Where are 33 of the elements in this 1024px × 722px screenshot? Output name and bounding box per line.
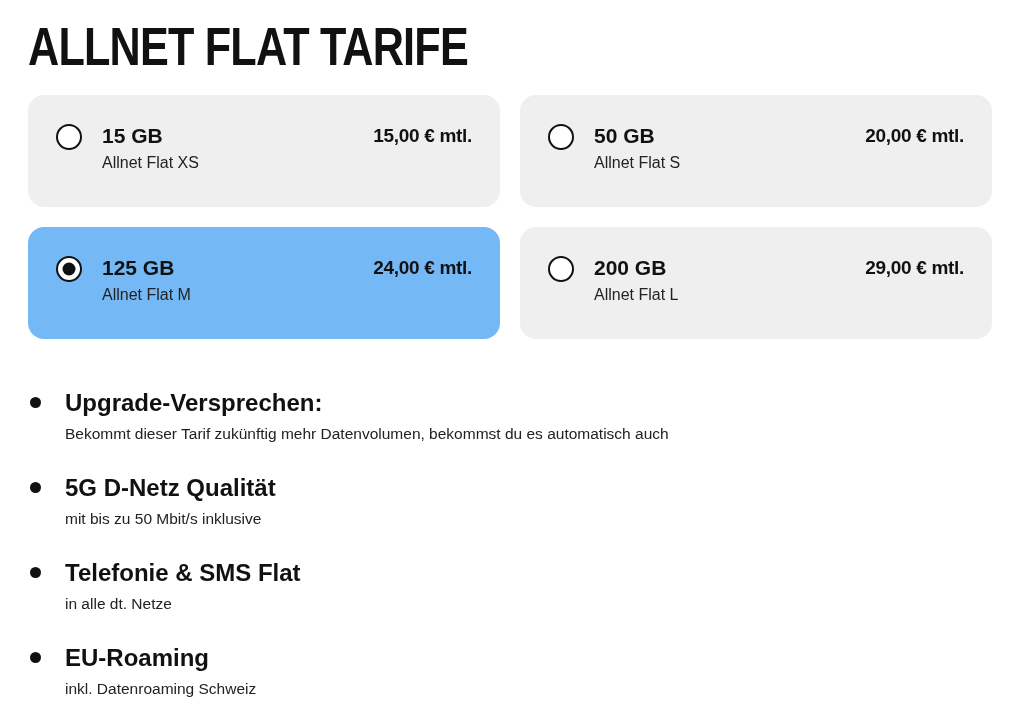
data-volume: 200 GB bbox=[594, 255, 667, 281]
plan-price: 20,00 € mtl. bbox=[865, 124, 964, 148]
radio-icon[interactable] bbox=[548, 256, 574, 282]
plan-price: 29,00 € mtl. bbox=[865, 256, 964, 280]
feature-description: inkl. Datenroaming Schweiz bbox=[65, 679, 257, 699]
plan-name: Allnet Flat M bbox=[102, 285, 191, 305]
page-title: ALLNET FLAT TARIFE bbox=[28, 19, 468, 73]
plan-price: 24,00 € mtl. bbox=[373, 256, 472, 280]
plan-name: Allnet Flat S bbox=[594, 153, 681, 173]
radio-selected-icon[interactable] bbox=[56, 256, 82, 282]
data-volume: 125 GB bbox=[102, 255, 175, 281]
plan-card[interactable]: 15 GB Allnet Flat XS 15,00 € mtl. bbox=[28, 95, 500, 207]
feature-description: in alle dt. Netze bbox=[65, 594, 172, 614]
data-volume: 50 GB bbox=[594, 123, 655, 149]
feature-title: Upgrade-Versprechen: bbox=[65, 389, 323, 417]
plan-card[interactable]: 125 GB Allnet Flat M 24,00 € mtl. bbox=[28, 227, 500, 339]
radio-icon[interactable] bbox=[56, 124, 82, 150]
bullet-icon bbox=[30, 397, 41, 408]
feature-title: Telefonie & SMS Flat bbox=[65, 559, 301, 587]
plan-name: Allnet Flat XS bbox=[102, 153, 199, 173]
bullet-icon bbox=[30, 567, 41, 578]
plan-card[interactable]: 200 GB Allnet Flat L 29,00 € mtl. bbox=[520, 227, 992, 339]
plan-card[interactable]: 50 GB Allnet Flat S 20,00 € mtl. bbox=[520, 95, 992, 207]
bullet-icon bbox=[30, 482, 41, 493]
feature-title: 5G D-Netz Qualität bbox=[65, 474, 276, 502]
bullet-icon bbox=[30, 652, 41, 663]
feature-title: EU-Roaming bbox=[65, 644, 209, 672]
feature-description: mit bis zu 50 Mbit/s inklusive bbox=[65, 509, 262, 529]
feature-description: Bekommt dieser Tarif zukünftig mehr Datenvolumen, bekommst du es automatisch auch bbox=[65, 424, 669, 444]
plan-price: 15,00 € mtl. bbox=[373, 124, 472, 148]
plan-name: Allnet Flat L bbox=[594, 285, 679, 305]
data-volume: 15 GB bbox=[102, 123, 163, 149]
radio-icon[interactable] bbox=[548, 124, 574, 150]
